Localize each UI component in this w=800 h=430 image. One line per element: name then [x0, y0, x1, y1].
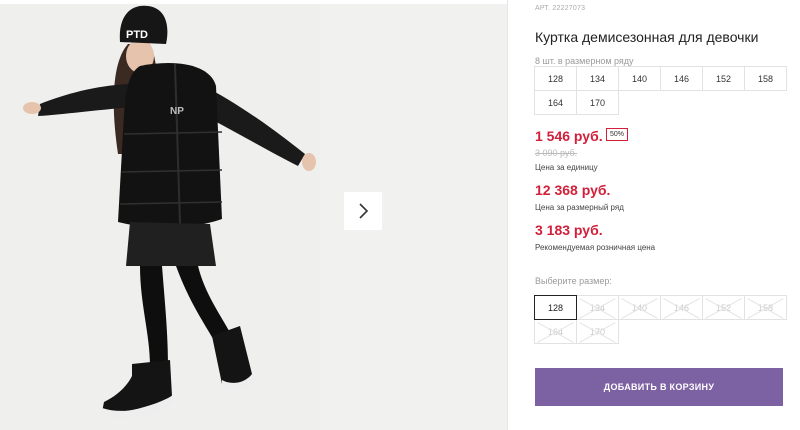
chevron-right-icon — [359, 203, 369, 219]
retail-price-caption: Рекомендуемая розничная цена — [535, 243, 656, 252]
product-page: PTD NP АРТ. 22227073 Куртка демисезонная… — [0, 0, 800, 430]
retail-price: 3 183 руб. — [535, 222, 603, 238]
size-option-152[interactable]: 152 — [702, 295, 745, 320]
series-size-cell: 128 — [534, 66, 577, 91]
hat-print: PTD — [126, 29, 148, 41]
size-option-134[interactable]: 134 — [576, 295, 619, 320]
size-option-170[interactable]: 170 — [576, 319, 619, 344]
series-size-cell: 140 — [618, 66, 661, 91]
series-price: 12 368 руб. — [535, 182, 611, 198]
product-gallery: PTD NP — [0, 0, 507, 430]
size-option-164[interactable]: 164 — [534, 319, 577, 344]
model-illustration: PTD NP — [23, 5, 316, 419]
product-photo[interactable]: PTD NP — [0, 4, 320, 430]
size-option-140[interactable]: 140 — [618, 295, 661, 320]
size-option-146[interactable]: 146 — [660, 295, 703, 320]
old-price: 3 090 руб. — [535, 148, 578, 158]
series-size-cell: 164 — [534, 90, 577, 115]
unit-price: 1 546 руб. — [535, 128, 603, 144]
size-series-grid: 128 134 140 146 152 158 164 170 — [534, 66, 787, 115]
product-info: АРТ. 22227073 Куртка демисезонная для де… — [534, 0, 790, 430]
series-size-cell: 134 — [576, 66, 619, 91]
jacket-print: NP — [170, 106, 184, 117]
choose-size-label: Выберите размер: — [535, 276, 612, 286]
gallery-next-button[interactable] — [344, 192, 382, 230]
column-divider — [507, 0, 508, 430]
series-size-cell: 146 — [660, 66, 703, 91]
series-size-cell: 158 — [744, 66, 787, 91]
size-picker: 128 134 140 146 152 158 164 170 — [534, 295, 787, 344]
series-size-cell: 170 — [576, 90, 619, 115]
add-to-cart-button[interactable]: ДОБАВИТЬ В КОРЗИНУ — [535, 368, 783, 406]
discount-badge: 50% — [606, 128, 629, 141]
product-title: Куртка демисезонная для девочки — [535, 29, 759, 45]
unit-price-caption: Цена за единицу — [535, 163, 598, 172]
size-option-128[interactable]: 128 — [534, 295, 577, 320]
series-size-cell: 152 — [702, 66, 745, 91]
size-option-158[interactable]: 158 — [744, 295, 787, 320]
size-series-note: 8 шт. в размерном ряду — [535, 56, 634, 66]
series-price-caption: Цена за размерный ряд — [535, 203, 624, 212]
product-sku: АРТ. 22227073 — [535, 5, 586, 12]
